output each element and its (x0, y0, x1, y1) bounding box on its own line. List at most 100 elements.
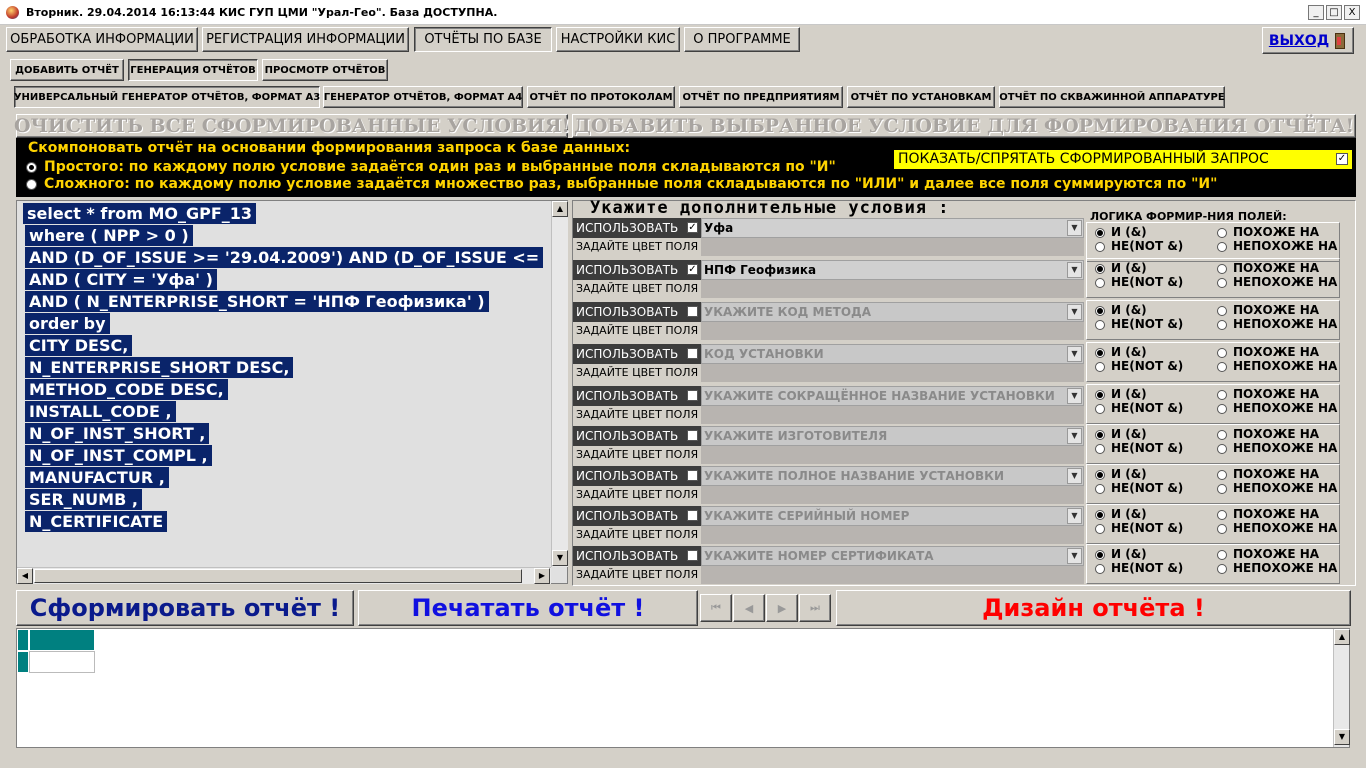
logic-like-radio[interactable] (1217, 470, 1227, 480)
chevron-down-icon[interactable]: ▼ (1067, 346, 1082, 362)
horizontal-scroll-thumb[interactable] (34, 569, 522, 583)
chevron-down-icon[interactable]: ▼ (1067, 428, 1082, 444)
set-field-color-label[interactable]: ЗАДАЙТЕ ЦВЕТ ПОЛЯ (573, 322, 701, 340)
scroll-left-icon[interactable]: ◀ (17, 568, 33, 584)
set-field-color-label[interactable]: ЗАДАЙТЕ ЦВЕТ ПОЛЯ (573, 406, 701, 424)
logic-not-radio[interactable] (1095, 524, 1105, 534)
close-button[interactable]: X (1344, 5, 1360, 20)
use-checkbox[interactable] (687, 510, 698, 521)
form-report-button[interactable]: Сформировать отчёт ! (16, 590, 354, 626)
logic-not-radio[interactable] (1095, 444, 1105, 454)
use-toggle[interactable]: ИСПОЛЬЗОВАТЬ (573, 546, 701, 566)
field-color-swatch[interactable] (701, 526, 1084, 544)
grid-scroll-up-icon[interactable]: ▲ (1334, 629, 1350, 645)
tab-downhole-equipment[interactable]: ОТЧЁТ ПО СКВАЖИННОЙ АППАРАТУРЕ (999, 86, 1225, 108)
menu-processing[interactable]: ОБРАБОТКА ИНФОРМАЦИИ (6, 27, 198, 52)
logic-not-radio[interactable] (1095, 484, 1105, 494)
condition-combobox[interactable]: УКАЖИТЕ КОД МЕТОДА ▼ (701, 302, 1084, 322)
design-report-button[interactable]: Дизайн отчёта ! (836, 590, 1351, 626)
use-checkbox[interactable] (687, 550, 698, 561)
add-condition-button[interactable]: ДОБАВИТЬ ВЫБРАННОЕ УСЛОВИЕ ДЛЯ ФОРМИРОВА… (572, 114, 1356, 138)
grid-header-cell[interactable] (29, 629, 95, 651)
field-color-swatch[interactable] (701, 322, 1084, 340)
chevron-down-icon[interactable]: ▼ (1067, 388, 1082, 404)
logic-like-radio[interactable] (1217, 348, 1227, 358)
logic-notlike-radio[interactable] (1217, 320, 1227, 330)
grid-vertical-scrollbar[interactable]: ▲ ▼ (1333, 629, 1350, 747)
field-color-swatch[interactable] (701, 280, 1084, 298)
set-field-color-label[interactable]: ЗАДАЙТЕ ЦВЕТ ПОЛЯ (573, 364, 701, 382)
use-toggle[interactable]: ИСПОЛЬЗОВАТЬ (573, 344, 701, 364)
field-color-swatch[interactable] (701, 566, 1084, 584)
logic-not-radio[interactable] (1095, 362, 1105, 372)
maximize-button[interactable]: □ (1326, 5, 1342, 20)
condition-combobox[interactable]: Уфа ▼ (701, 218, 1084, 238)
field-color-swatch[interactable] (701, 486, 1084, 504)
use-toggle[interactable]: ИСПОЛЬЗОВАТЬ ✓ (573, 218, 701, 238)
chevron-down-icon[interactable]: ▼ (1067, 468, 1082, 484)
grid-data-cell[interactable] (29, 651, 95, 673)
logic-notlike-radio[interactable] (1217, 242, 1227, 252)
set-field-color-label[interactable]: ЗАДАЙТЕ ЦВЕТ ПОЛЯ (573, 280, 701, 298)
tab-generator-a4[interactable]: ГЕНЕРАТОР ОТЧЁТОВ, ФОРМАТ А4 (323, 86, 523, 108)
toggle-query-checkbox[interactable]: ✓ (1336, 153, 1348, 165)
chevron-down-icon[interactable]: ▼ (1067, 304, 1082, 320)
subtab-add-report[interactable]: ДОБАВИТЬ ОТЧЁТ (10, 59, 124, 81)
logic-and-radio[interactable] (1095, 430, 1105, 440)
logic-notlike-radio[interactable] (1217, 404, 1227, 414)
condition-combobox[interactable]: УКАЖИТЕ СЕРИЙНЫЙ НОМЕР ▼ (701, 506, 1084, 526)
logic-and-radio[interactable] (1095, 550, 1105, 560)
nav-last-icon[interactable]: ⏭ (799, 594, 831, 622)
logic-and-radio[interactable] (1095, 348, 1105, 358)
clear-conditions-button[interactable]: ОЧИСТИТЬ ВСЕ СФОРМИРОВАННЫЕ УСЛОВИЯ! (14, 114, 570, 138)
logic-like-radio[interactable] (1217, 390, 1227, 400)
logic-like-radio[interactable] (1217, 510, 1227, 520)
simple-mode-radio[interactable] (26, 162, 37, 173)
set-field-color-label[interactable]: ЗАДАЙТЕ ЦВЕТ ПОЛЯ (573, 446, 701, 464)
condition-combobox[interactable]: УКАЖИТЕ СОКРАЩЁННОЕ НАЗВАНИЕ УСТАНОВКИ ▼ (701, 386, 1084, 406)
field-color-swatch[interactable] (701, 446, 1084, 464)
sql-query-box[interactable]: select * from MO_GPF_13 where ( NPP > 0 … (16, 200, 568, 584)
scroll-down-icon[interactable]: ▼ (552, 550, 568, 566)
use-toggle[interactable]: ИСПОЛЬЗОВАТЬ (573, 302, 701, 322)
menu-settings[interactable]: НАСТРОЙКИ КИС (556, 27, 680, 52)
scroll-right-icon[interactable]: ▶ (534, 568, 550, 584)
logic-notlike-radio[interactable] (1217, 362, 1227, 372)
tab-enterprises[interactable]: ОТЧЁТ ПО ПРЕДПРИЯТИЯМ (679, 86, 843, 108)
menu-registration[interactable]: РЕГИСТРАЦИЯ ИНФОРМАЦИИ (202, 27, 409, 52)
menu-reports[interactable]: ОТЧЁТЫ ПО БАЗЕ (414, 27, 552, 52)
use-toggle[interactable]: ИСПОЛЬЗОВАТЬ (573, 506, 701, 526)
use-checkbox[interactable] (687, 430, 698, 441)
condition-combobox[interactable]: УКАЖИТЕ ПОЛНОЕ НАЗВАНИЕ УСТАНОВКИ ▼ (701, 466, 1084, 486)
set-field-color-label[interactable]: ЗАДАЙТЕ ЦВЕТ ПОЛЯ (573, 526, 701, 544)
use-checkbox[interactable]: ✓ (687, 264, 698, 275)
logic-notlike-radio[interactable] (1217, 444, 1227, 454)
logic-like-radio[interactable] (1217, 306, 1227, 316)
condition-combobox[interactable]: НПФ Геофизика ▼ (701, 260, 1084, 280)
sql-vertical-scrollbar[interactable]: ▲ ▼ (551, 201, 568, 567)
condition-combobox[interactable]: КОД УСТАНОВКИ ▼ (701, 344, 1084, 364)
logic-like-radio[interactable] (1217, 430, 1227, 440)
tab-protocols[interactable]: ОТЧЁТ ПО ПРОТОКОЛАМ (527, 86, 675, 108)
menu-about[interactable]: О ПРОГРАММЕ (684, 27, 800, 52)
exit-button[interactable]: ВЫХОД (1262, 27, 1354, 54)
set-field-color-label[interactable]: ЗАДАЙТЕ ЦВЕТ ПОЛЯ (573, 238, 701, 256)
set-field-color-label[interactable]: ЗАДАЙТЕ ЦВЕТ ПОЛЯ (573, 566, 701, 584)
use-checkbox[interactable] (687, 306, 698, 317)
complex-mode-radio[interactable] (26, 179, 37, 190)
nav-prev-icon[interactable]: ◀ (733, 594, 765, 622)
logic-notlike-radio[interactable] (1217, 564, 1227, 574)
print-report-button[interactable]: Печатать отчёт ! (358, 590, 698, 626)
condition-combobox[interactable]: УКАЖИТЕ НОМЕР СЕРТИФИКАТА ▼ (701, 546, 1084, 566)
set-field-color-label[interactable]: ЗАДАЙТЕ ЦВЕТ ПОЛЯ (573, 486, 701, 504)
logic-and-radio[interactable] (1095, 306, 1105, 316)
use-toggle[interactable]: ИСПОЛЬЗОВАТЬ (573, 466, 701, 486)
logic-not-radio[interactable] (1095, 404, 1105, 414)
chevron-down-icon[interactable]: ▼ (1067, 508, 1082, 524)
use-toggle[interactable]: ИСПОЛЬЗОВАТЬ (573, 386, 701, 406)
field-color-swatch[interactable] (701, 406, 1084, 424)
grid-scroll-down-icon[interactable]: ▼ (1334, 729, 1350, 745)
logic-like-radio[interactable] (1217, 550, 1227, 560)
use-checkbox[interactable] (687, 348, 698, 359)
tab-universal-a3[interactable]: УНИВЕРСАЛЬНЫЙ ГЕНЕРАТОР ОТЧЁТОВ, ФОРМАТ … (14, 86, 320, 108)
